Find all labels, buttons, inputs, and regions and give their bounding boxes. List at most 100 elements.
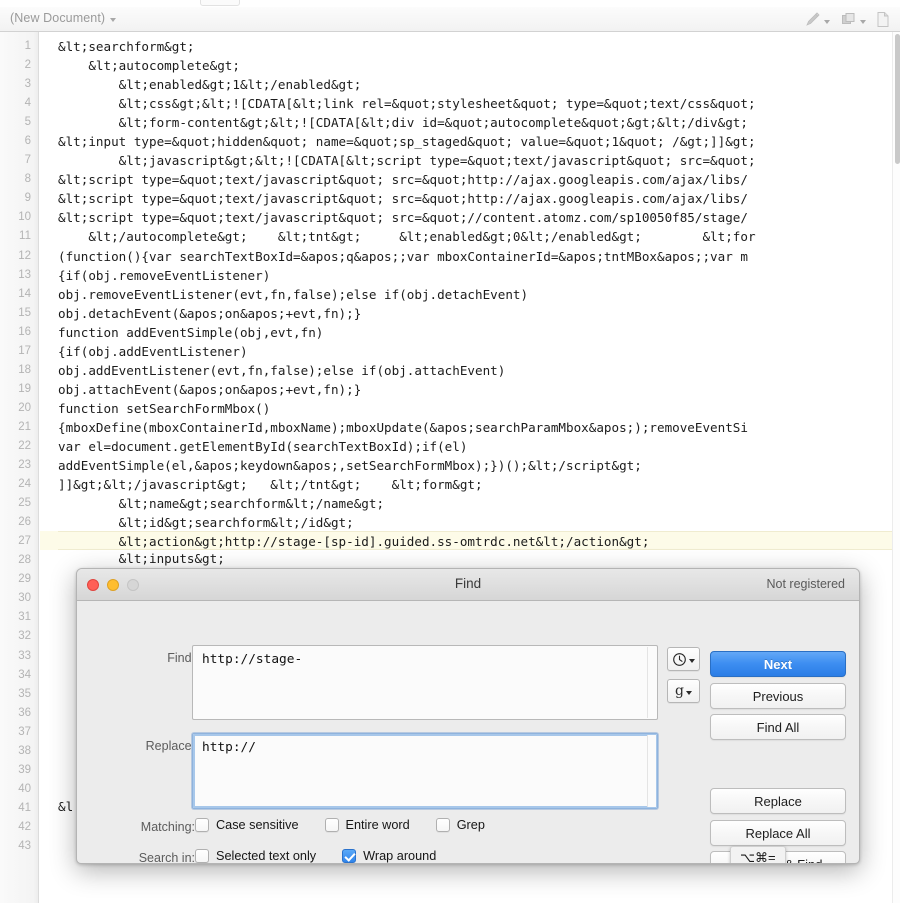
find-dialog[interactable]: Find Not registered Find: http://stage- … (76, 568, 860, 864)
layers-tool-button[interactable] (840, 11, 866, 28)
checkbox-label: Entire word (345, 818, 410, 832)
window-top-edge (0, 0, 900, 7)
find-dialog-body: Find: http://stage- g Replace: http:// N… (77, 601, 859, 863)
code-line[interactable]: &lt;searchform&gt; (58, 37, 900, 56)
checkbox-unchecked-icon[interactable] (435, 818, 450, 832)
line-number: 19 (18, 382, 31, 395)
next-button[interactable]: Next (710, 651, 846, 677)
find-input-scrollbar[interactable] (647, 647, 656, 718)
code-line[interactable]: obj.attachEvent(&apos;on&apos;+evt,fn);} (58, 380, 900, 399)
line-number: 42 (18, 820, 31, 833)
code-line[interactable]: &lt;javascript&gt;&lt;![CDATA[&lt;script… (58, 151, 900, 170)
line-number: 23 (18, 459, 31, 472)
pen-tool-button[interactable] (804, 11, 830, 28)
line-number: 17 (18, 344, 31, 357)
checkbox-unchecked-icon[interactable] (324, 818, 339, 832)
code-line[interactable]: {mboxDefine(mboxContainerId,mboxName);mb… (58, 418, 900, 437)
find-dialog-title: Find (454, 576, 482, 591)
matching-label: Matching: (140, 820, 195, 834)
line-number: 33 (18, 649, 31, 662)
checkbox-wrap-around[interactable]: Wrap around (342, 849, 436, 863)
code-line[interactable]: {if(obj.addEventListener) (58, 342, 900, 361)
code-line[interactable]: function addEventSimple(obj,evt,fn) (58, 323, 900, 342)
line-number-gutter: 1 2 3 4 5 6 7 8 9 10 11 12 13 14 15 16 17 18 19 20 21 22 23 24 2… (0, 32, 39, 903)
line-number: 28 (18, 554, 31, 567)
find-all-button[interactable]: Find All (710, 714, 846, 740)
line-number: 38 (18, 744, 31, 757)
code-line[interactable]: &lt;enabled&gt;1&lt;/enabled&gt; (58, 75, 900, 94)
checkbox-label: Selected text only (216, 849, 317, 863)
scrollbar-thumb[interactable] (894, 34, 900, 164)
line-numbers: 1 2 3 4 5 6 7 8 9 10 11 12 13 14 15 16 17 18 19 20 21 22 23 24 2… (18, 37, 31, 856)
line-number: 14 (18, 287, 31, 300)
code-line[interactable]: &lt;input type=&quot;hidden&quot; name=&… (58, 132, 900, 151)
code-line[interactable]: &lt;script type=&quot;text/javascript&qu… (58, 170, 900, 189)
replace-button[interactable]: Replace (710, 788, 846, 814)
checkbox-case-sensitive[interactable]: Case sensitive (195, 818, 299, 832)
code-line[interactable]: &lt;name&gt;searchform&lt;/name&gt; (58, 494, 900, 513)
pen-icon (806, 12, 820, 26)
checkbox-selected-text-only[interactable]: Selected text only (195, 849, 316, 863)
checkbox-entire-word[interactable]: Entire word (324, 818, 410, 832)
code-line[interactable]: &lt;action&gt;http://stage-[sp-id].guide… (58, 531, 900, 551)
code-line[interactable]: &lt;inputs&gt; (58, 549, 900, 568)
grep-pattern-button[interactable]: g (667, 679, 700, 703)
line-number: 39 (18, 763, 31, 776)
replace-input-scrollbar[interactable] (647, 735, 656, 807)
document-title-popup[interactable]: (New Document) (10, 11, 117, 25)
code-line[interactable]: &lt;script type=&quot;text/javascript&qu… (58, 189, 900, 208)
code-line[interactable]: (function(){var searchTextBoxId=&apos;q&… (58, 247, 900, 266)
line-number: 41 (18, 801, 31, 814)
code-line[interactable]: &lt;/autocomplete&gt; &lt;tnt&gt; &lt;en… (58, 227, 900, 246)
code-line[interactable]: &lt;script type=&quot;text/javascript&qu… (58, 208, 900, 227)
line-number: 34 (18, 668, 31, 681)
previous-button[interactable]: Previous (710, 683, 846, 709)
code-line[interactable]: obj.addEventListener(evt,fn,false);else … (58, 361, 900, 380)
line-number: 7 (24, 154, 31, 167)
code-line[interactable]: &lt;autocomplete&gt; (58, 56, 900, 75)
code-line[interactable]: {if(obj.removeEventListener) (58, 266, 900, 285)
checkbox-unchecked-icon[interactable] (195, 849, 209, 863)
line-number: 40 (18, 782, 31, 795)
line-number: 15 (18, 306, 31, 319)
line-number: 36 (18, 706, 31, 719)
code-line[interactable]: &lt;form-content&gt;&lt;![CDATA[&lt;div … (58, 113, 900, 132)
code-line[interactable]: obj.detachEvent(&apos;on&apos;+evt,fn);} (58, 304, 900, 323)
chevron-down-icon (110, 18, 117, 22)
history-clock-icon (673, 652, 686, 666)
line-number: 8 (24, 173, 31, 186)
toolbar-icon-group (804, 11, 890, 28)
find-field-label: Find: (167, 651, 195, 665)
editor-vertical-scrollbar[interactable] (892, 32, 900, 903)
line-number: 24 (18, 478, 31, 491)
line-number: 22 (18, 439, 31, 452)
code-line[interactable]: ]]&gt;&lt;/javascript&gt; &lt;/tnt&gt; &… (58, 475, 900, 494)
find-input-value: http://stage- (202, 652, 303, 667)
line-number: 43 (18, 839, 31, 852)
checkbox-unchecked-icon[interactable] (195, 818, 209, 832)
line-number: 12 (18, 249, 31, 262)
line-number: 4 (24, 97, 31, 110)
replace-all-button[interactable]: Replace All (710, 820, 846, 846)
replace-input[interactable]: http:// (192, 733, 658, 809)
code-line[interactable]: function setSearchFormMbox() (58, 399, 900, 418)
line-number: 21 (18, 420, 31, 433)
find-history-button[interactable] (667, 647, 700, 671)
checkbox-checked-icon[interactable] (342, 849, 357, 863)
code-line[interactable]: &lt;id&gt;searchform&lt;/id&gt; (58, 513, 900, 532)
new-document-button[interactable] (876, 11, 890, 28)
line-number: 13 (18, 268, 31, 281)
checkbox-grep[interactable]: Grep (435, 818, 485, 832)
line-number: 35 (18, 687, 31, 700)
find-input[interactable]: http://stage- (192, 645, 658, 720)
background-window-tab (200, 0, 240, 6)
code-line[interactable]: addEventSimple(el,&apos;keydown&apos;,se… (58, 456, 900, 475)
registration-status: Not registered (766, 577, 845, 591)
code-line[interactable]: obj.removeEventListener(evt,fn,false);el… (58, 285, 900, 304)
line-number: 29 (18, 573, 31, 586)
line-number: 20 (18, 401, 31, 414)
line-number: 10 (18, 211, 31, 224)
code-line[interactable]: &lt;css&gt;&lt;![CDATA[&lt;link rel=&quo… (58, 94, 900, 113)
find-dialog-titlebar[interactable]: Find Not registered (77, 569, 859, 601)
code-line[interactable]: var el=document.getElementById(searchTex… (58, 437, 900, 456)
